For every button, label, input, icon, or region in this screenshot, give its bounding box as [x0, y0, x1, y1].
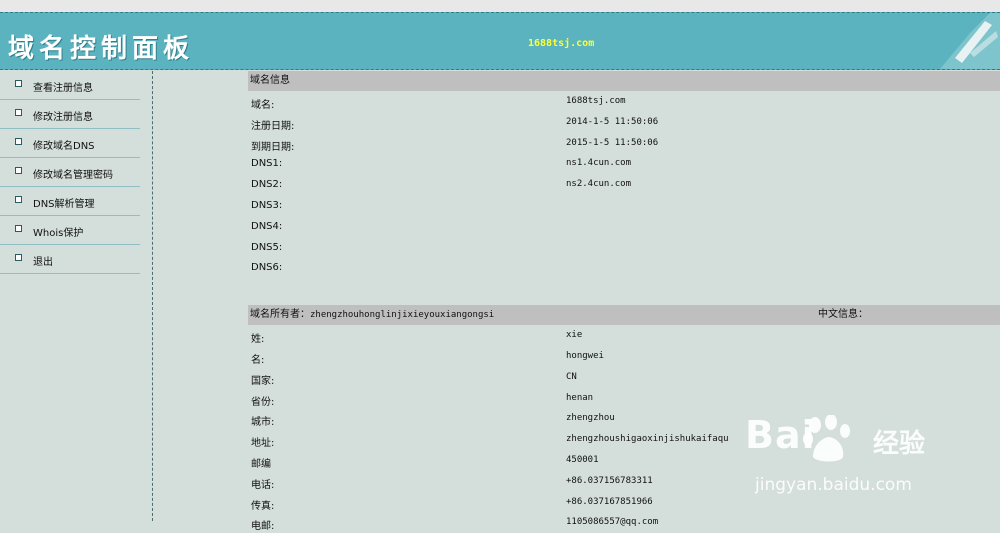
- field-value: ns1.4cun.com: [566, 158, 632, 169]
- field-value: zhengzhou: [566, 413, 615, 424]
- square-bullet-icon: [15, 167, 22, 174]
- sidebar-item-label: 修改注册信息: [33, 112, 93, 123]
- field-label: DNS4:: [251, 220, 283, 232]
- chinese-info-label: 中文信息：: [818, 309, 868, 321]
- field-label: 姓:: [251, 334, 265, 346]
- field-value: 450001: [566, 454, 599, 465]
- info-row: 电邮: 1105086557@qq.com: [248, 512, 1000, 533]
- field-label: DNS3:: [251, 199, 283, 211]
- field-label: 国家:: [251, 375, 275, 387]
- sidebar-item-edit-registration[interactable]: 修改注册信息: [0, 100, 140, 129]
- info-row: 姓: xie: [248, 325, 1000, 346]
- section-header-owner-info: 域名所有者： zhengzhouhonglinjixieyouxiangongs…: [248, 305, 1000, 326]
- field-label: 到期日期:: [251, 141, 295, 153]
- info-row: 名: hongwei: [248, 346, 1000, 367]
- field-label: 地址:: [251, 438, 275, 450]
- main-content: 域名信息 域名: 1688tsj.com 注册日期: 2014-1-5 11:5…: [248, 71, 1000, 533]
- sidebar-item-logout[interactable]: 退出: [0, 245, 140, 274]
- sidebar-item-label: 修改域名管理密码: [33, 170, 113, 181]
- info-row: DNS4:: [248, 216, 1000, 237]
- field-label: 注册日期:: [251, 120, 295, 132]
- info-row: DNS5:: [248, 237, 1000, 258]
- sidebar-item-label: Whois保护: [33, 228, 84, 239]
- field-label: 电邮:: [251, 521, 275, 533]
- info-row: DNS3:: [248, 195, 1000, 216]
- field-value: +86.037167851966: [566, 496, 653, 507]
- field-label: DNS1:: [251, 158, 283, 170]
- field-label: 域名:: [251, 100, 275, 111]
- info-row: 传真: +86.037167851966: [248, 492, 1000, 513]
- field-value: hongwei: [566, 350, 604, 361]
- field-value: 1688tsj.com: [566, 96, 626, 106]
- field-label: 电话:: [251, 479, 275, 491]
- info-row: 地址: zhengzhoushigaoxinjishukaifaqu: [248, 429, 1000, 450]
- owner-label: 域名所有者：: [250, 309, 310, 321]
- section-header-domain-info: 域名信息: [248, 71, 1000, 91]
- field-label: 邮编: [251, 458, 271, 470]
- owner-value: zhengzhouhonglinjixieyouxiangongsi: [310, 310, 495, 321]
- header-banner: 域名控制面板 1688tsj.com: [0, 12, 1000, 70]
- top-strip: [0, 0, 1000, 12]
- info-row: 注册日期: 2014-1-5 11:50:06: [248, 112, 1000, 133]
- info-row: DNS1: ns1.4cun.com: [248, 153, 1000, 174]
- field-label: DNS2:: [251, 179, 283, 191]
- square-bullet-icon: [15, 254, 22, 261]
- field-value: CN: [566, 371, 577, 382]
- field-label: DNS6:: [251, 262, 283, 274]
- info-row: DNS2: ns2.4cun.com: [248, 174, 1000, 195]
- sidebar-item-edit-dns[interactable]: 修改域名DNS: [0, 129, 140, 158]
- sidebar-item-view-registration[interactable]: 查看注册信息: [0, 71, 140, 100]
- sidebar-item-label: 修改域名DNS: [33, 141, 95, 152]
- field-value: zhengzhoushigaoxinjishukaifaqu: [566, 434, 729, 445]
- info-row: 域名: 1688tsj.com: [248, 91, 1000, 112]
- sidebar-item-edit-password[interactable]: 修改域名管理密码: [0, 158, 140, 187]
- square-bullet-icon: [15, 138, 22, 145]
- field-label: 省份:: [251, 396, 275, 408]
- header-domain: 1688tsj.com: [528, 38, 595, 49]
- field-label: DNS5:: [251, 241, 283, 253]
- info-row: 电话: +86.037156783311: [248, 471, 1000, 492]
- field-value: 2015-1-5 11:50:06: [566, 137, 659, 148]
- sidebar-item-dns-management[interactable]: DNS解析管理: [0, 187, 140, 216]
- sidebar-item-label: 退出: [33, 257, 53, 268]
- square-bullet-icon: [15, 225, 22, 232]
- sidebar-item-whois-protection[interactable]: Whois保护: [0, 216, 140, 245]
- field-value: 1105086557@qq.com: [566, 517, 659, 528]
- square-bullet-icon: [15, 80, 22, 87]
- field-label: 城市:: [251, 417, 275, 429]
- field-value: +86.037156783311: [566, 475, 653, 486]
- field-value: henan: [566, 392, 594, 403]
- panel-title: 域名控制面板: [8, 34, 195, 64]
- square-bullet-icon: [15, 109, 22, 116]
- info-row: 邮编 450001: [248, 450, 1000, 471]
- info-row: DNS6:: [248, 257, 1000, 278]
- field-value: xie: [566, 330, 583, 341]
- sidebar-item-label: DNS解析管理: [33, 199, 95, 210]
- square-bullet-icon: [15, 196, 22, 203]
- field-label: 名:: [251, 354, 265, 366]
- field-value: 2014-1-5 11:50:06: [566, 116, 659, 127]
- info-row: 到期日期: 2015-1-5 11:50:06: [248, 133, 1000, 154]
- info-row: 城市: zhengzhou: [248, 408, 1000, 429]
- field-label: 传真:: [251, 500, 275, 512]
- field-value: ns2.4cun.com: [566, 179, 632, 190]
- sidebar: 查看注册信息 修改注册信息 修改域名DNS 修改域名管理密码 DNS解析管理 W…: [0, 71, 153, 521]
- info-row: 省份: henan: [248, 388, 1000, 409]
- info-row: 国家: CN: [248, 367, 1000, 388]
- decorative-art-icon: [940, 13, 1000, 69]
- sidebar-item-label: 查看注册信息: [33, 83, 93, 94]
